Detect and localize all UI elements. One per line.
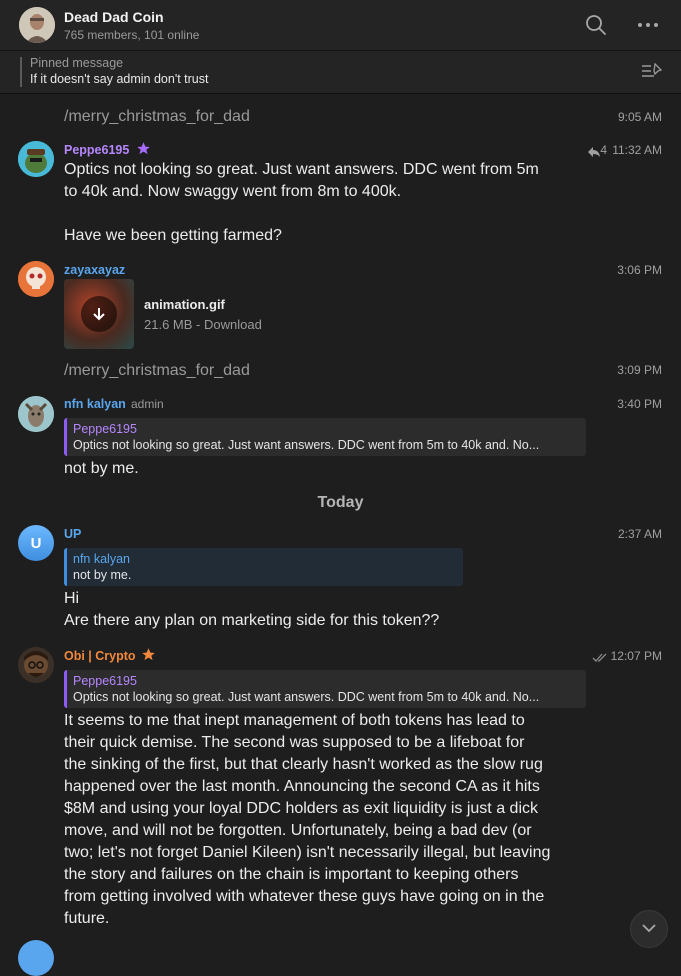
message-text: move, and will not be forgotten. Unfortu… [64,822,532,839]
file-size: 21.6 MB - Download [144,317,262,332]
message-text: from getting involved with whatever thes… [64,888,545,905]
sender-name[interactable]: UP [64,527,81,541]
reply-sender: nfn kalyan [73,552,130,566]
download-icon[interactable] [81,296,117,332]
message-time: 11:32 AM [612,143,662,157]
group-avatar-image [19,7,55,43]
scroll-down-button[interactable] [630,910,668,948]
user-avatar[interactable] [18,261,54,297]
command-message[interactable]: /merry_christmas_for_dad [64,108,250,126]
pinned-message-bar[interactable]: Pinned message If it doesn't say admin d… [0,51,681,94]
message-time: 3:06 PM [617,263,662,277]
member-count: 765 members, 101 online [64,28,200,42]
pinned-list-icon[interactable] [640,61,664,86]
premium-star-icon [136,141,151,161]
sender-name[interactable]: nfn kalyan [64,397,126,411]
reply-preview[interactable]: Peppe6195 Optics not looking so great. J… [64,418,586,456]
chat-title[interactable]: Dead Dad Coin [64,9,164,25]
sender-name[interactable]: Peppe6195 [64,143,129,157]
premium-star-icon [141,647,156,667]
message-text: their quick demise. The second was suppo… [64,734,525,751]
reply-text: Optics not looking so great. Just want a… [73,690,540,704]
message-text: Optics not looking so great. Just want a… [64,161,539,178]
chat-header: Dead Dad Coin 765 members, 101 online [0,0,681,51]
message-text: It seems to me that inept management of … [64,712,525,729]
forward-count: 4 [600,143,607,157]
message-time: 3:09 PM [617,363,662,377]
file-size-value: 21.6 MB [144,317,193,332]
message-text: to 40k and. Now swaggy went from 8m to 4… [64,183,402,200]
user-avatar[interactable] [18,396,54,432]
user-avatar[interactable] [18,141,54,177]
message-text: two; let's not forget Daniel Kileen) isn… [64,844,551,861]
file-name: animation.gif [144,297,225,312]
pinned-indicator [20,57,22,87]
message-text: Are there any plan on marketing side for… [64,612,440,629]
reply-text: not by me. [73,568,132,582]
sender-name[interactable]: zayaxayaz [64,263,125,277]
message-text: Hi [64,590,80,607]
reply-sender: Peppe6195 [73,422,137,436]
chevron-down-icon [641,920,657,938]
forward-icon [588,144,600,162]
pinned-text: If it doesn't say admin don't trust [30,72,209,86]
date-divider: Today [317,494,364,511]
message-text: happened over the last month. Announcing… [64,778,540,795]
message-time: 9:05 AM [617,110,662,124]
reply-preview[interactable]: nfn kalyan not by me. [64,548,463,586]
admin-badge: admin [131,397,164,411]
gif-thumbnail[interactable] [64,279,134,349]
message-text: $8M and using your loyal DDC holders as … [64,800,538,817]
message-text: not by me. [64,460,139,477]
reply-preview[interactable]: Peppe6195 Optics not looking so great. J… [64,670,586,708]
download-link[interactable]: Download [204,317,262,332]
avatar-letter: U [30,534,42,552]
message-text: future. [64,910,110,927]
message-text: Have we been getting farmed? [64,227,282,244]
user-avatar[interactable] [18,940,54,976]
message-time: 3:40 PM [617,397,662,411]
group-avatar[interactable] [19,7,55,43]
search-icon[interactable] [583,12,609,38]
reply-text: Optics not looking so great. Just want a… [73,438,540,452]
message-text: the story and failures on the chain is i… [64,866,519,883]
message-time: 2:37 AM [617,527,662,541]
command-message[interactable]: /merry_christmas_for_dad [64,362,250,380]
reply-sender: Peppe6195 [73,674,137,688]
pinned-title: Pinned message [30,56,124,70]
user-avatar[interactable]: U [18,525,54,561]
more-icon[interactable] [635,12,661,38]
sender-name[interactable]: Obi | Crypto [64,649,136,663]
message-time: 12:07 PM [610,649,662,663]
read-check-icon [592,650,608,668]
user-avatar[interactable] [18,647,54,683]
message-text: the sinking of the first, but that clear… [64,756,543,773]
